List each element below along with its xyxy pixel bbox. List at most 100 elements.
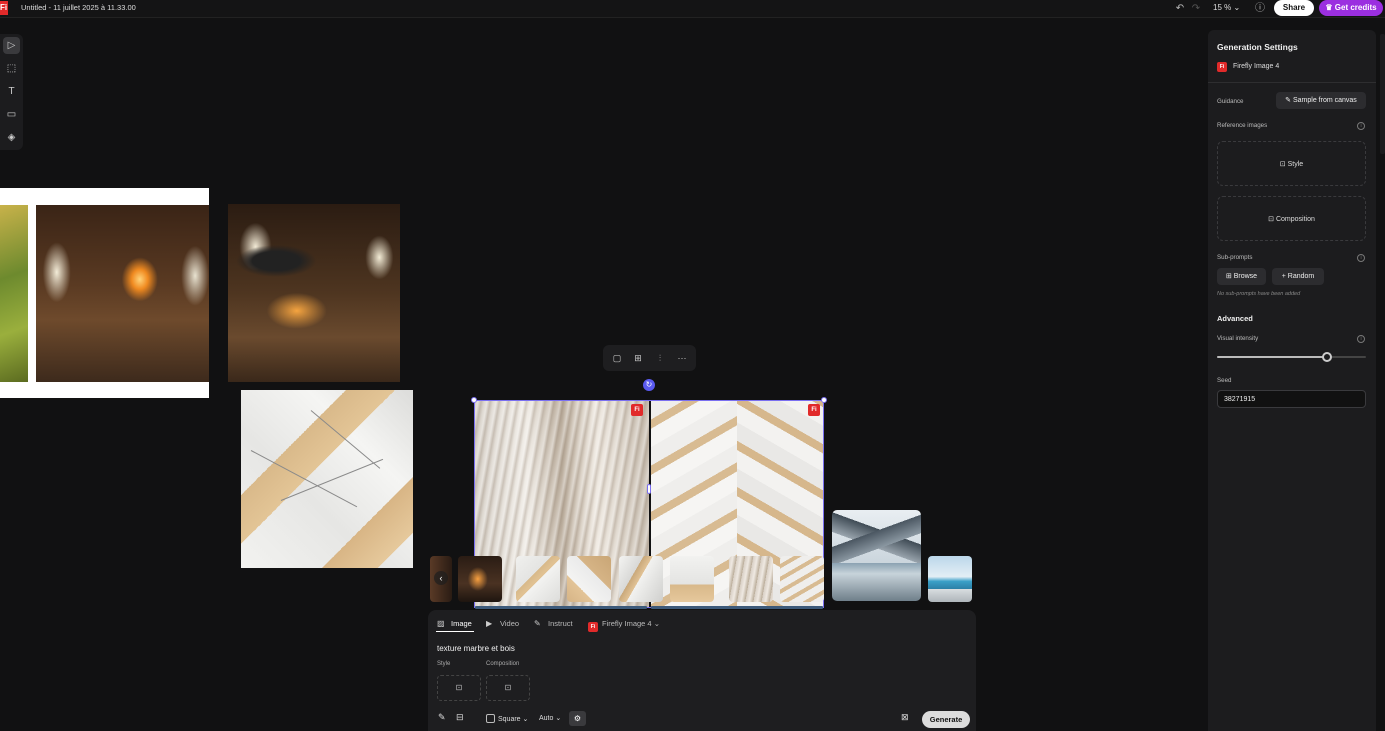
zoom-dropdown[interactable]: 15 % ⌄	[1213, 3, 1240, 12]
composition-label: Composition	[486, 661, 520, 667]
chevron-left-icon[interactable]: ‹	[434, 571, 448, 585]
chevron-down-icon: ⌄	[1233, 3, 1241, 12]
app-logo[interactable]: Fi	[0, 1, 8, 15]
seed-label: Seed	[1217, 377, 1232, 384]
chevron-down-icon: ⌄	[653, 619, 660, 628]
firefly-badge: Fi	[588, 622, 598, 632]
thumbnail[interactable]	[516, 556, 560, 602]
add-image-icon: ⊡	[455, 683, 463, 692]
composition-reference-dropzone[interactable]: ⊡ Composition	[1217, 196, 1366, 241]
text-tool-icon[interactable]: T	[3, 83, 20, 100]
shape-tool-icon[interactable]: ▭	[3, 106, 20, 123]
get-credits-label: Get credits	[1334, 3, 1377, 12]
fill-tool-icon[interactable]: ◈	[3, 129, 20, 146]
slider-fill	[1217, 356, 1327, 358]
info-icon[interactable]: i	[1357, 254, 1365, 262]
auto-dropdown[interactable]: Auto ⌄	[539, 714, 561, 722]
reference-images-label: Reference images	[1217, 122, 1268, 129]
crop-icon[interactable]: ▢	[611, 352, 623, 364]
aspect-ratio-label: Square	[498, 716, 521, 723]
rotate-handle-icon[interactable]: ↻	[643, 379, 655, 391]
panel-scrollbar[interactable]	[1380, 34, 1385, 154]
thumbnail[interactable]	[619, 556, 663, 602]
seed-input[interactable]	[1217, 390, 1366, 408]
sample-from-canvas-button[interactable]: ✎ Sample from canvas	[1276, 92, 1366, 109]
advanced-section-title: Advanced	[1217, 314, 1253, 323]
firefly-badge: Fi	[1217, 62, 1227, 72]
tab-image-label: Image	[451, 619, 472, 628]
thumbnail[interactable]	[928, 556, 972, 602]
composition-reference-label: Composition	[1275, 216, 1315, 223]
thumbnail[interactable]	[729, 556, 773, 602]
redo-icon[interactable]: ↷	[1190, 3, 1202, 15]
tab-instruct[interactable]: ✎ Instruct	[534, 619, 573, 628]
tab-image[interactable]: ▨ Image	[437, 619, 472, 628]
resize-handle[interactable]	[471, 397, 477, 403]
marble-vein	[250, 450, 358, 508]
tab-instruct-label: Instruct	[548, 619, 573, 628]
settings-sliders-icon[interactable]: ⚙	[569, 711, 586, 726]
style-reference-slot[interactable]: ⊡	[437, 675, 481, 701]
random-button[interactable]: + Random	[1272, 268, 1324, 285]
panel-model[interactable]: Firefly Image 4	[1233, 63, 1279, 70]
image-icon: ▨	[437, 619, 445, 628]
thumbnail[interactable]	[780, 556, 824, 602]
model-label: Firefly Image 4	[602, 619, 652, 628]
thumbnail[interactable]	[670, 556, 714, 602]
firefly-badge: Fi	[808, 404, 820, 416]
tab-video[interactable]: ▶ Video	[486, 619, 519, 628]
sample-from-canvas-label: Sample from canvas	[1293, 97, 1357, 104]
generate-button[interactable]: Generate	[922, 711, 970, 728]
info-icon[interactable]: i	[1357, 122, 1365, 130]
canvas-image-marble-wood[interactable]	[241, 390, 413, 568]
tab-video-label: Video	[500, 619, 520, 628]
thumbnail[interactable]	[567, 556, 611, 602]
document-title[interactable]: Untitled - 11 juillet 2025 à 11.33.00	[21, 3, 136, 12]
get-credits-button[interactable]: ♛ Get credits	[1319, 0, 1383, 16]
browse-button[interactable]: ⊞ Browse	[1217, 268, 1266, 285]
info-icon[interactable]: i	[1357, 335, 1365, 343]
select-tool-icon[interactable]: ▷	[3, 37, 20, 54]
visual-intensity-label: Visual intensity	[1217, 335, 1259, 342]
slider-thumb[interactable]	[1322, 352, 1332, 362]
thumbnail[interactable]	[458, 556, 502, 602]
help-icon[interactable]: ⓘ	[1254, 3, 1266, 15]
square-icon	[486, 714, 495, 723]
image-edit-icon[interactable]: ⊠	[901, 712, 909, 723]
align-icon[interactable]: ⫶	[654, 352, 666, 364]
style-reference-dropzone[interactable]: ⊡ Style	[1217, 141, 1366, 186]
canvas-image-forge-1[interactable]	[36, 205, 209, 382]
canvas-image-nature[interactable]	[0, 205, 28, 382]
style-label: Style	[437, 661, 451, 667]
arrange-icon[interactable]: ⊞	[632, 352, 644, 364]
canvas-image-forge-2[interactable]	[228, 204, 400, 382]
browse-icon: ⊞	[1225, 273, 1232, 280]
more-icon[interactable]: ···	[676, 352, 688, 364]
resize-handle[interactable]	[821, 397, 827, 403]
left-toolbar: ▷ ⬚ T ▭ ◈	[0, 34, 23, 150]
frame-tool-icon[interactable]: ⬚	[3, 60, 20, 77]
random-label: Random	[1287, 273, 1315, 280]
visual-intensity-slider[interactable]	[1217, 352, 1366, 362]
marble-vein	[310, 410, 381, 469]
style-reference-label: Style	[1287, 161, 1304, 168]
brush-icon[interactable]: ✎	[438, 712, 446, 723]
undo-icon[interactable]: ↶	[1174, 3, 1186, 15]
chevron-down-icon: ⌄	[522, 716, 529, 723]
active-tab-indicator	[436, 631, 474, 632]
model-dropdown[interactable]: Fi Firefly Image 4 ⌄	[588, 619, 660, 632]
crown-icon: ♛	[1325, 3, 1333, 12]
instruct-icon: ✎	[534, 619, 541, 628]
resize-handle[interactable]	[647, 484, 651, 494]
video-icon: ▶	[486, 619, 493, 628]
divider	[1208, 82, 1376, 83]
prompt-input[interactable]: texture marbre et bois	[437, 644, 515, 653]
aspect-ratio-dropdown[interactable]: Square ⌄	[486, 714, 528, 723]
browse-label: Browse	[1233, 273, 1258, 280]
top-bar: Fi Untitled - 11 juillet 2025 à 11.33.00…	[0, 0, 1385, 18]
image-settings-icon[interactable]: ⊟	[456, 712, 464, 723]
composition-reference-slot[interactable]: ⊡	[486, 675, 530, 701]
share-button[interactable]: Share	[1274, 0, 1314, 16]
image-icon: ⊡	[1279, 161, 1286, 168]
eyedropper-icon: ✎	[1285, 97, 1292, 104]
